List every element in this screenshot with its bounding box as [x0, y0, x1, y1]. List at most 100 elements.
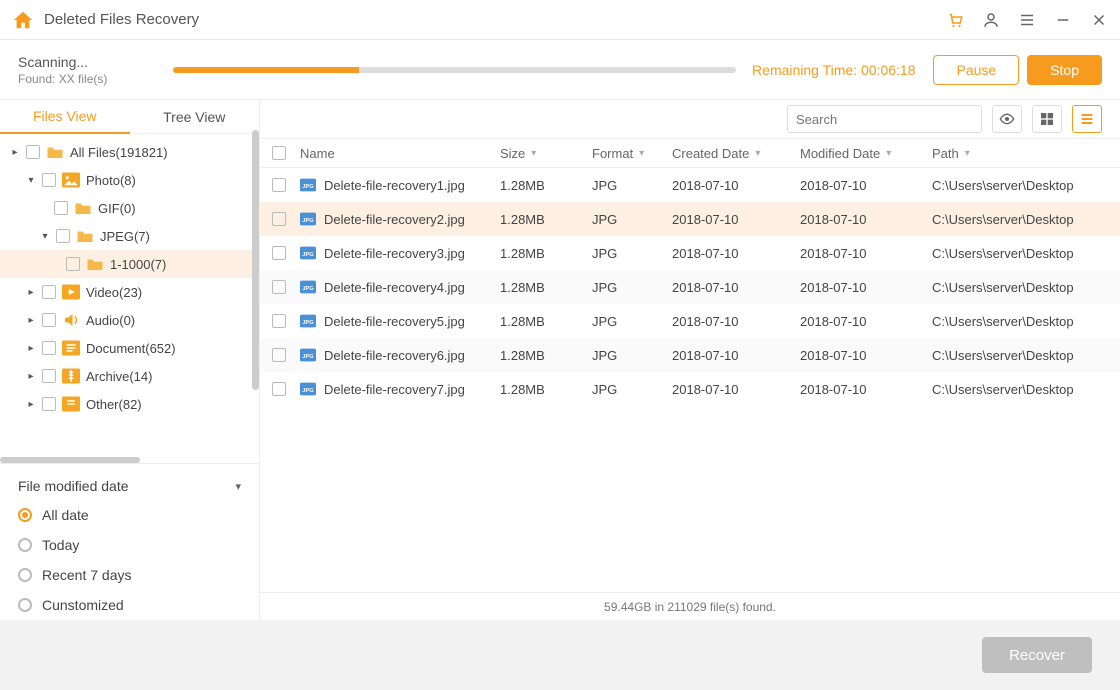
radio-icon[interactable] — [18, 508, 32, 522]
file-path: C:\Users\server\Desktop — [932, 382, 1120, 397]
recover-button[interactable]: Recover — [982, 637, 1092, 673]
tab-tree-view[interactable]: Tree View — [130, 100, 260, 134]
folder-icon — [74, 200, 92, 216]
radio-icon[interactable] — [18, 538, 32, 552]
checkbox[interactable] — [42, 341, 56, 355]
file-path: C:\Users\server\Desktop — [932, 314, 1120, 329]
table-row[interactable]: JPGDelete-file-recovery7.jpg1.28MBJPG201… — [260, 372, 1120, 406]
radio-icon[interactable] — [18, 598, 32, 612]
tree-range-selected[interactable]: 1-1000(7) — [0, 250, 259, 278]
chevron-right-icon[interactable]: ▸ — [26, 343, 36, 354]
list-view-button[interactable] — [1072, 105, 1102, 133]
jpg-file-icon: JPG — [300, 246, 316, 260]
chevron-right-icon[interactable]: ▸ — [26, 371, 36, 382]
file-format: JPG — [592, 246, 672, 261]
chevron-right-icon[interactable]: ▸ — [10, 147, 20, 158]
file-name: Delete-file-recovery5.jpg — [324, 314, 465, 329]
checkbox[interactable] — [66, 257, 80, 271]
stop-button[interactable]: Stop — [1027, 55, 1102, 85]
content-toolbar — [260, 100, 1120, 138]
tree-other[interactable]: ▸ Other(82) — [0, 390, 259, 418]
home-icon[interactable] — [12, 9, 34, 31]
radio-icon[interactable] — [18, 568, 32, 582]
checkbox[interactable] — [42, 313, 56, 327]
file-path: C:\Users\server\Desktop — [932, 280, 1120, 295]
col-modified[interactable]: Modified Date▾ — [800, 146, 932, 161]
checkbox[interactable] — [42, 397, 56, 411]
grid-view-button[interactable] — [1032, 105, 1062, 133]
chevron-right-icon[interactable]: ▸ — [26, 315, 36, 326]
col-format[interactable]: Format▾ — [592, 146, 672, 161]
row-checkbox[interactable] — [272, 314, 286, 328]
file-format: JPG — [592, 212, 672, 227]
checkbox[interactable] — [42, 173, 56, 187]
search-input[interactable] — [796, 112, 972, 127]
filter-recent7[interactable]: Recent 7 days — [18, 560, 241, 590]
tree-photo[interactable]: ▾ Photo(8) — [0, 166, 259, 194]
user-icon[interactable] — [982, 11, 1000, 29]
table-row[interactable]: JPGDelete-file-recovery3.jpg1.28MBJPG201… — [260, 236, 1120, 270]
tab-files-view[interactable]: Files View — [0, 100, 130, 134]
sort-icon: ▾ — [755, 148, 760, 159]
checkbox[interactable] — [56, 229, 70, 243]
cart-icon[interactable] — [946, 11, 964, 29]
tree-archive[interactable]: ▸ Archive(14) — [0, 362, 259, 390]
row-checkbox[interactable] — [272, 280, 286, 294]
tree-video[interactable]: ▸ Video(23) — [0, 278, 259, 306]
file-created: 2018-07-10 — [672, 314, 800, 329]
remaining-time: Remaining Time: 00:06:18 — [752, 62, 915, 78]
tree-all-files[interactable]: ▸ All Files(191821) — [0, 138, 259, 166]
sidebar-scrollbar[interactable] — [252, 130, 259, 390]
eye-icon — [999, 111, 1015, 127]
checkbox[interactable] — [26, 145, 40, 159]
select-all-checkbox[interactable] — [272, 146, 286, 160]
preview-button[interactable] — [992, 105, 1022, 133]
tree-gif[interactable]: GIF(0) — [0, 194, 259, 222]
table-row[interactable]: JPGDelete-file-recovery1.jpg1.28MBJPG201… — [260, 168, 1120, 202]
row-checkbox[interactable] — [272, 246, 286, 260]
chevron-down-icon[interactable]: ▾ — [40, 231, 50, 242]
search-box[interactable] — [787, 105, 982, 133]
checkbox[interactable] — [42, 285, 56, 299]
file-size: 1.28MB — [500, 212, 592, 227]
tree-jpeg[interactable]: ▾ JPEG(7) — [0, 222, 259, 250]
filter-today[interactable]: Today — [18, 530, 241, 560]
table-row[interactable]: JPGDelete-file-recovery4.jpg1.28MBJPG201… — [260, 270, 1120, 304]
file-size: 1.28MB — [500, 178, 592, 193]
col-size[interactable]: Size▾ — [500, 146, 592, 161]
filter-all-date[interactable]: All date — [18, 500, 241, 530]
file-size: 1.28MB — [500, 280, 592, 295]
col-name[interactable]: Name — [300, 146, 500, 161]
table-row[interactable]: JPGDelete-file-recovery5.jpg1.28MBJPG201… — [260, 304, 1120, 338]
checkbox[interactable] — [54, 201, 68, 215]
filter-customized[interactable]: Cunstomized — [18, 590, 241, 620]
jpg-file-icon: JPG — [300, 348, 316, 362]
minimize-icon[interactable] — [1054, 11, 1072, 29]
pause-button[interactable]: Pause — [933, 55, 1019, 85]
search-icon[interactable] — [972, 111, 973, 127]
menu-icon[interactable] — [1018, 11, 1036, 29]
sort-icon: ▾ — [639, 148, 644, 159]
tree-document[interactable]: ▸ Document(652) — [0, 334, 259, 362]
chevron-right-icon[interactable]: ▸ — [26, 399, 36, 410]
table-row[interactable]: JPGDelete-file-recovery6.jpg1.28MBJPG201… — [260, 338, 1120, 372]
filter-header[interactable]: File modified date ▾ — [18, 472, 241, 500]
file-created: 2018-07-10 — [672, 212, 800, 227]
file-size: 1.28MB — [500, 348, 592, 363]
row-checkbox[interactable] — [272, 212, 286, 226]
table-row[interactable]: JPGDelete-file-recovery2.jpg1.28MBJPG201… — [260, 202, 1120, 236]
row-checkbox[interactable] — [272, 348, 286, 362]
file-modified: 2018-07-10 — [800, 348, 932, 363]
col-created[interactable]: Created Date▾ — [672, 146, 800, 161]
sidebar: Files View Tree View ▸ All Files(191821)… — [0, 100, 260, 620]
content-area: Name Size▾ Format▾ Created Date▾ Modifie… — [260, 100, 1120, 620]
tree-audio[interactable]: ▸ Audio(0) — [0, 306, 259, 334]
row-checkbox[interactable] — [272, 178, 286, 192]
col-path[interactable]: Path▾ — [932, 146, 1120, 161]
chevron-right-icon[interactable]: ▸ — [26, 287, 36, 298]
row-checkbox[interactable] — [272, 382, 286, 396]
close-icon[interactable] — [1090, 11, 1108, 29]
chevron-down-icon[interactable]: ▾ — [26, 175, 36, 186]
checkbox[interactable] — [42, 369, 56, 383]
chevron-down-icon: ▾ — [235, 480, 241, 493]
